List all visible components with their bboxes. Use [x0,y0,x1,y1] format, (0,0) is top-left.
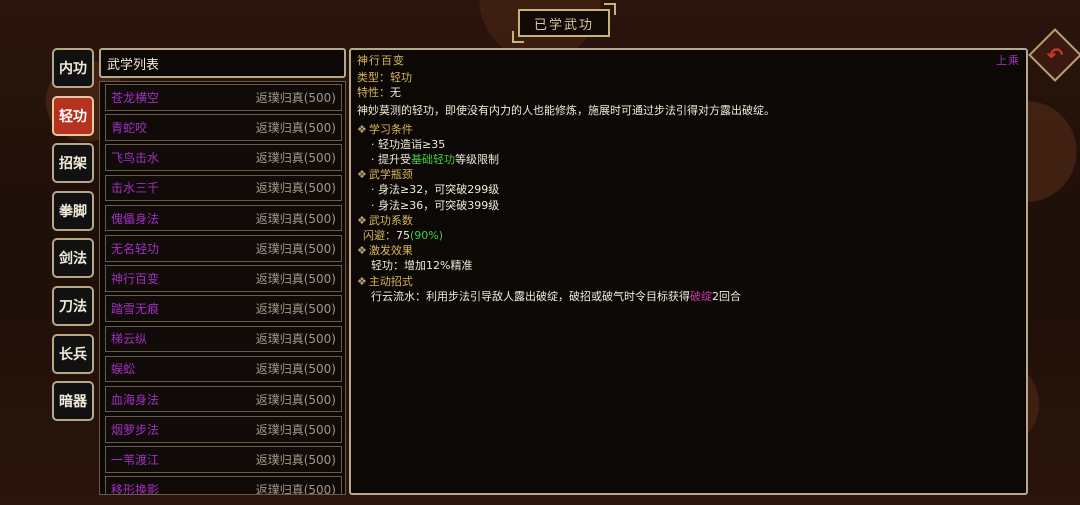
list-item[interactable]: 踏雪无痕 返璞归真(500) [105,295,342,322]
skill-rank: 返璞归真(500) [255,392,336,407]
tab-jianfa[interactable]: 剑法 [52,238,94,279]
learn-line-1: · 轻功造诣≥35 [371,137,446,151]
category-tabs: 内功 轻功 招架 拳脚 剑法 刀法 长兵 暗器 [52,48,96,429]
skill-name: 踏雪无痕 [111,302,160,317]
page-title: 已学武功 [512,3,616,43]
section-learn-title: ❖ 学习条件 [357,122,413,136]
move-line: 行云流水：利用步法引导敌人露出破绽，破招或破气时令目标获得破绽2回合 [371,289,741,303]
tab-neigong[interactable]: 内功 [52,48,94,88]
skill-name: 傀儡身法 [111,211,160,226]
list-item[interactable]: 苍龙横空 返璞归真(500) [105,84,342,111]
list-item[interactable]: 一苇渡江 返璞归真(500) [105,446,342,473]
tab-zhaojia[interactable]: 招架 [52,143,94,184]
skill-description: 神妙莫测的轻功，即使没有内力的人也能修炼，施展时可通过步法引得对方露出破绽。 [357,104,775,118]
skill-name: 移形换影 [111,483,160,495]
list-item[interactable]: 飞鸟击水 返璞归真(500) [105,144,342,171]
bottleneck-line-1: · 身法≥32，可突破299级 [371,183,500,197]
skill-name: 神行百变 [111,271,160,286]
skill-rank: 返璞归真(500) [255,453,336,468]
skill-name: 击水三千 [111,181,160,196]
skill-name: 一苇渡江 [111,453,160,468]
skill-name: 飞鸟击水 [111,151,160,166]
type-row: 类型：轻功 [357,71,412,84]
list-item[interactable]: 无名轻功 返璞归真(500) [105,234,342,262]
skill-name: 青蛇咬 [111,120,148,135]
effect-line: 轻功：增加12%精准 [371,259,473,273]
section-coef-title: ❖ 武功系数 [357,213,413,227]
tab-quanjiao[interactable]: 拳脚 [52,190,94,231]
tab-daofa[interactable]: 刀法 [52,285,94,326]
coef-line: 闪避：75(90%) [363,229,444,243]
skill-rank: 返璞归真(500) [255,211,336,226]
skill-rank: 返璞归真(500) [255,271,336,286]
skill-rank: 返璞归真(500) [255,362,336,377]
skill-name: 梯云纵 [111,332,148,347]
skill-name: 烟萝步法 [111,422,160,437]
tab-qinggong[interactable]: 轻功 [52,95,94,136]
skill-name: 苍龙横空 [111,90,160,105]
skill-rank: 返璞归真(500) [255,422,336,437]
return-arrow-icon: ↶ [1046,43,1064,67]
section-bottleneck-title: ❖ 武学瓶颈 [357,168,413,182]
skill-rank: 返璞归真(500) [255,483,336,495]
detail-grade: 上乘 [996,54,1020,67]
skill-rank: 返璞归真(500) [255,332,336,347]
skill-name: 蜈蚣 [111,362,136,377]
tab-changbing[interactable]: 长兵 [52,333,94,374]
list-item[interactable]: 击水三千 返璞归真(500) [105,174,342,202]
list-item[interactable]: 烟萝步法 返璞归真(500) [105,416,342,443]
bottleneck-line-2: · 身法≥36，可突破399级 [371,198,500,212]
section-move-title: ❖ 主动招式 [357,274,413,288]
learn-line-2: · 提升受基础轻功等级限制 [371,153,499,167]
list-item[interactable]: 蜈蚣 返璞归真(500) [105,355,342,383]
skill-name: 无名轻功 [111,241,160,256]
list-item[interactable]: 移形换影 返璞归真(500) [105,476,342,495]
skill-detail-panel: 神行百变 上乘 类型：轻功 特性：无 神妙莫测的轻功，即使没有内力的人也能修炼，… [349,48,1028,495]
trait-row: 特性：无 [357,86,401,100]
list-item[interactable]: 梯云纵 返璞归真(500) [105,325,342,353]
section-effect-title: ❖ 激发效果 [357,244,413,258]
list-header: 武学列表 [99,48,346,78]
list-item[interactable]: 神行百变 返璞归真(500) [105,265,342,292]
skill-list-panel: 武学列表 苍龙横空 返璞归真(500) 青蛇咬 返璞归真(500) 飞鸟击水 返璞归真… [99,48,346,497]
skill-rank: 返璞归真(500) [255,120,336,135]
list-item[interactable]: 青蛇咬 返璞归真(500) [105,114,342,141]
skill-rank: 返璞归真(500) [255,151,336,166]
list-item[interactable]: 傀儡身法 返璞归真(500) [105,204,342,232]
skill-rank: 返璞归真(500) [255,90,336,105]
skill-rank: 返璞归真(500) [255,181,336,196]
skill-rank: 返璞归真(500) [255,241,336,256]
skill-name: 血海身法 [111,392,160,407]
list-item[interactable]: 血海身法 返璞归真(500) [105,385,342,413]
skill-rank: 返璞归真(500) [255,302,336,317]
tab-anqi[interactable]: 暗器 [52,381,94,422]
skill-list[interactable]: 苍龙横空 返璞归真(500) 青蛇咬 返璞归真(500) 飞鸟击水 返璞归真(500)… [99,81,346,495]
detail-skill-name: 神行百变 [357,54,405,67]
